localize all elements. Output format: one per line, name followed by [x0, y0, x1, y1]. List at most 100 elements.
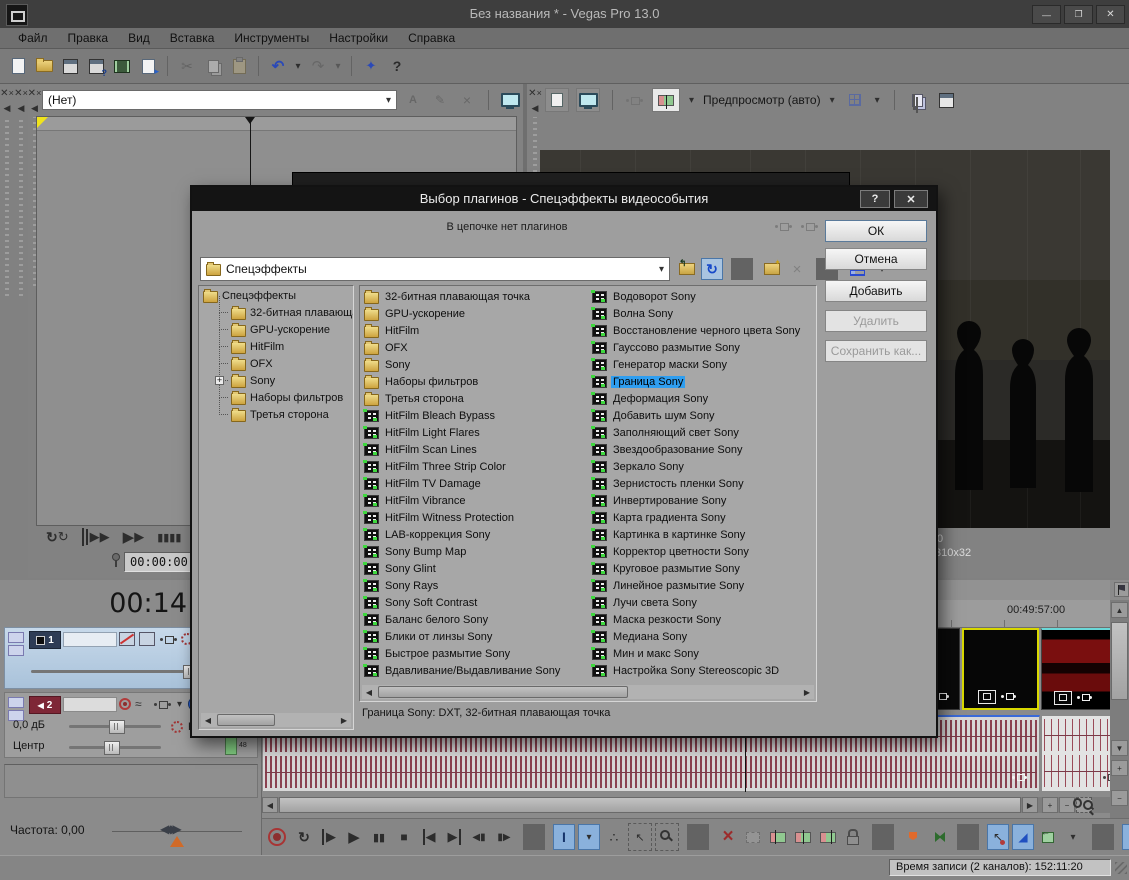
record-icon[interactable] [268, 828, 286, 846]
insert-marker-icon[interactable] [902, 824, 924, 850]
plugin-item[interactable]: Быстрое размытие Sony [362, 645, 590, 662]
redo-dropdown[interactable] [332, 54, 344, 78]
menu-item[interactable]: Справка [398, 28, 465, 48]
drag-grip[interactable] [5, 117, 9, 296]
remove-preset-icon[interactable] [456, 89, 478, 111]
tree-item[interactable]: GPU-ускорение [215, 321, 353, 338]
pan-label[interactable]: Центр [13, 740, 45, 752]
go-to-end-icon[interactable] [443, 824, 465, 850]
plugin-item[interactable]: Блики от линзы Sony [362, 628, 590, 645]
project-properties-icon[interactable] [545, 88, 569, 112]
collapse-icon[interactable]: ◀ [18, 103, 25, 113]
edit-tool-icon[interactable] [553, 824, 575, 850]
split-end-icon[interactable] [817, 824, 839, 850]
plugin-item[interactable]: Восстановление черного цвета Sony [590, 322, 817, 339]
plugin-item[interactable]: HitFilm Light Flares [362, 424, 590, 441]
menu-item[interactable]: Инструменты [224, 28, 319, 48]
plugin-item[interactable]: Баланс белого Sony [362, 611, 590, 628]
tree-item[interactable]: 32-битная плавающая точка [215, 304, 353, 321]
cancel-button[interactable]: Отмена [825, 248, 927, 270]
plugin-item[interactable]: Sony Glint [362, 560, 590, 577]
properties-icon[interactable] [136, 54, 160, 78]
scrollbar-thumb[interactable] [378, 686, 628, 698]
track-name-field[interactable] [63, 632, 117, 647]
separator[interactable] [523, 824, 545, 850]
redo-icon[interactable] [306, 54, 330, 78]
edit-tool-dropdown[interactable] [578, 824, 600, 850]
plugin-item[interactable]: Волна Sony [590, 305, 817, 322]
plugin-item[interactable]: Мин и макс Sony [590, 645, 817, 662]
envelope-tool-icon[interactable] [603, 824, 625, 850]
pause-icon[interactable] [368, 824, 390, 850]
tree-item[interactable]: Третья сторона [215, 406, 353, 423]
plugin-item[interactable]: Добавить шум Sony [590, 407, 817, 424]
scroll-left-icon[interactable]: ◀ [201, 713, 215, 727]
volume-label[interactable]: 0,0 дБ [13, 719, 45, 731]
separator[interactable] [687, 824, 709, 850]
new-folder-icon[interactable] [761, 258, 783, 280]
scroll-down-icon[interactable]: ▼ [1111, 740, 1128, 756]
event-fx-icon[interactable] [1000, 690, 1018, 702]
plugin-item[interactable]: Карта градиента Sony [590, 509, 817, 526]
drag-grip[interactable] [19, 117, 23, 296]
save-snapshot-icon[interactable] [936, 89, 958, 111]
plugin-item[interactable]: Деформация Sony [590, 390, 817, 407]
split-start-icon[interactable] [767, 824, 789, 850]
delete-button[interactable]: Удалить [825, 310, 927, 332]
close-icon[interactable]: × [14, 88, 28, 99]
automation-mode-icon[interactable] [171, 721, 183, 733]
cursor-time-display[interactable]: 00:14 [109, 588, 187, 619]
insert-region-icon[interactable] [927, 824, 949, 850]
interactive-tool-icon[interactable] [359, 54, 383, 78]
zoom-tool-icon[interactable] [655, 823, 679, 851]
selection-tool-icon[interactable] [628, 823, 652, 851]
folder-item[interactable]: 32-битная плавающая точка [362, 288, 590, 305]
quantize-to-frames-icon[interactable] [1012, 824, 1034, 850]
move-plugin-right-icon[interactable] [800, 218, 820, 234]
save-as-button[interactable]: Сохранить как... [825, 340, 927, 362]
track-maximize-icon[interactable] [8, 645, 24, 656]
play-icon[interactable] [343, 824, 365, 850]
plugin-item[interactable]: HitFilm Vibrance [362, 492, 590, 509]
folder-item[interactable]: OFX [362, 339, 590, 356]
loop-playback-icon[interactable] [293, 824, 315, 850]
mute-icon[interactable] [135, 697, 149, 711]
undo-icon[interactable] [266, 54, 290, 78]
folder-item[interactable]: GPU-ускорение [362, 305, 590, 322]
loop-playback-icon[interactable]: ↻ [46, 528, 69, 546]
separator[interactable] [167, 56, 168, 76]
preset-combo[interactable]: (Нет) ▾ [42, 90, 397, 110]
new-project-icon[interactable] [6, 54, 30, 78]
zoom-in-icon[interactable]: + [1042, 797, 1058, 813]
lock-envelopes-icon[interactable] [1122, 824, 1129, 850]
open-icon[interactable] [32, 54, 56, 78]
split-middle-icon[interactable] [792, 824, 814, 850]
plugin-item[interactable]: Sony Bump Map [362, 543, 590, 560]
plugin-item[interactable]: Круговое размытие Sony [590, 560, 817, 577]
collapse-icon[interactable]: ◀ [4, 103, 11, 113]
external-monitor-icon[interactable] [576, 88, 600, 112]
separator[interactable] [1092, 824, 1114, 850]
pan-crop-icon[interactable] [1054, 691, 1072, 705]
track-name-field[interactable] [63, 697, 117, 712]
folder-item[interactable]: Sony [362, 356, 590, 373]
video-event-selected[interactable] [962, 628, 1039, 710]
plugin-item[interactable]: Заполняющий свет Sony [590, 424, 817, 441]
close-icon[interactable] [1096, 5, 1125, 24]
animate-preset-icon[interactable] [429, 89, 451, 111]
video-output-fx-icon[interactable] [625, 92, 645, 108]
scrollbar-thumb[interactable] [279, 797, 1021, 813]
folder-path-combo[interactable]: Спецэффекты ▾ [200, 257, 670, 281]
plugin-item[interactable]: Звездообразование Sony [590, 441, 817, 458]
minimize-icon[interactable] [1032, 5, 1061, 24]
tree-root-item[interactable]: Спецэффекты [199, 286, 353, 304]
menu-item[interactable]: Файл [8, 28, 58, 48]
plugin-item[interactable]: Граница Sony [590, 373, 817, 390]
menu-item[interactable]: Вставка [160, 28, 225, 48]
add-button[interactable]: Добавить [825, 280, 927, 302]
plugin-list[interactable]: 32-битная плавающая точка GPU-ускорение … [359, 285, 817, 702]
track-minimize-icon[interactable] [8, 697, 24, 708]
expand-icon[interactable]: + [215, 376, 224, 385]
slider-thumb[interactable] [109, 720, 125, 734]
collapse-icon[interactable]: ◀ [532, 103, 539, 113]
